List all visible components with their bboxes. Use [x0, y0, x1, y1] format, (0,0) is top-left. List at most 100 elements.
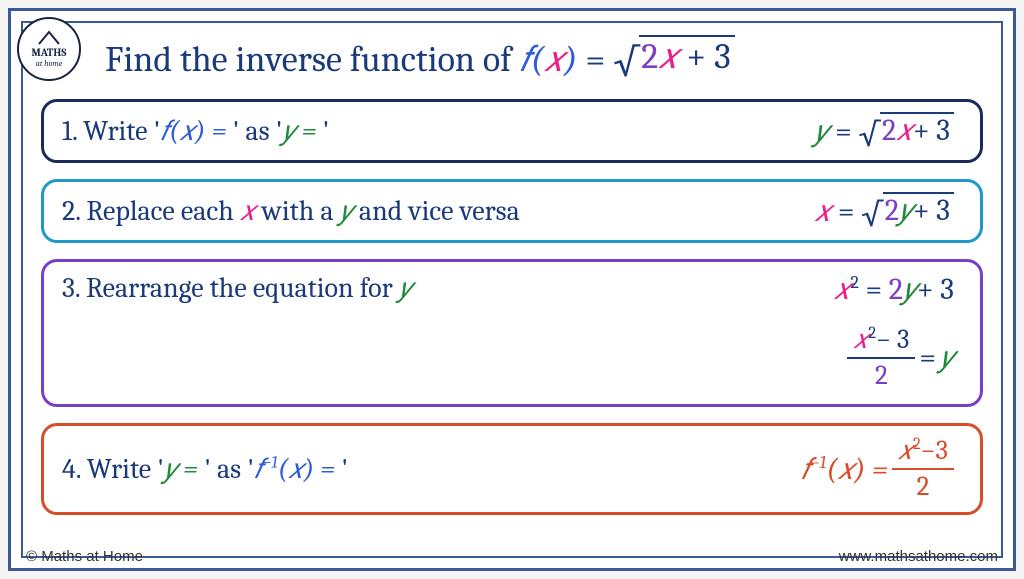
s2e-eq: = [838, 194, 861, 229]
step-1-equation: 𝑦 = √ 2𝑥+ 3 [815, 112, 963, 150]
s1e-2: 2 [882, 113, 896, 148]
q4: ' [323, 115, 330, 147]
s3-frac: 𝑥2− 3 2 [847, 325, 915, 390]
s3l1-x: 𝑥 [834, 272, 851, 307]
s3l2-eq: = [919, 340, 936, 375]
s1-fx: 𝑓(𝑥) = [160, 115, 232, 147]
page-title: Find the inverse function of 𝑓(𝑥) = √ 2𝑥… [105, 35, 983, 81]
q8: ' [341, 453, 348, 485]
s1-a: Write [83, 115, 153, 147]
s3l1-2: 2 [889, 272, 903, 307]
title-plus: + 3 [678, 36, 730, 77]
title-prefix: Find the inverse function of [105, 39, 519, 80]
s3l1-t: + 3 [917, 272, 954, 307]
outer-frame: MATHS at home Find the inverse function … [8, 8, 1016, 571]
title-sqrt: √ 2𝑥 + 3 [613, 35, 734, 81]
logo-text-1: MATHS [32, 46, 67, 59]
step-4-text: 4. Write '𝑦 = ' as '𝑓−1(𝑥) = ' [62, 453, 801, 486]
q5: ' [157, 453, 164, 485]
logo-badge: MATHS at home [17, 17, 81, 81]
s4e-f: 𝑓 [801, 452, 810, 487]
s4-fx: (𝑥) = [278, 453, 342, 485]
sqrt-icon-1: √ [858, 116, 880, 154]
s2e-x: 𝑥 [815, 194, 838, 229]
s3-line2: 𝑥2− 3 2 = 𝑦 [847, 325, 954, 390]
step-1-row: 1. Write '𝑓(𝑥) = ' as '𝑦 = ' 𝑦 = √ 2𝑥+ 3 [62, 112, 962, 150]
s2-x: 𝑥 [240, 195, 256, 227]
step-3-row: 3. Rearrange the equation for 𝑦 𝑥2 = 2𝑦+… [62, 272, 962, 390]
step-2-row: 2. Replace each 𝑥 with a 𝑦 and vice vers… [62, 192, 962, 230]
step-4-equation: 𝑓−1(𝑥) = 𝑥2−3 2 [801, 436, 962, 501]
logo-text-2: at home [36, 59, 63, 68]
s1e-eq: = [835, 114, 858, 149]
title-x2: 𝑥 [658, 36, 678, 77]
s4e-sq: 2 [913, 435, 921, 454]
s4-finv: 𝑓−1(𝑥) = [254, 453, 341, 485]
s3l2-den: 2 [847, 357, 915, 391]
s1e-t: + 3 [913, 113, 950, 148]
inner-frame: MATHS at home Find the inverse function … [21, 21, 1003, 558]
title-two: 2 [641, 36, 658, 77]
s3l2-x: 𝑥 [853, 324, 868, 355]
s1e-x: 𝑥 [896, 113, 913, 148]
s3-y: 𝑦 [399, 272, 412, 304]
s4e-sup: −1 [810, 452, 826, 473]
s3-frac-num: 𝑥2− 3 [847, 325, 915, 357]
s1-b: as [239, 115, 275, 147]
title-sqrt-body: 2𝑥 + 3 [639, 35, 734, 77]
s4e-lhs: 𝑓−1(𝑥) = [801, 452, 888, 487]
step-1-box: 1. Write '𝑓(𝑥) = ' as '𝑦 = ' 𝑦 = √ 2𝑥+ 3 [41, 99, 983, 163]
step-1-num: 1. [62, 115, 83, 147]
s1-sqrt-body: 2𝑥+ 3 [880, 112, 954, 147]
s2-c: and vice versa [353, 195, 520, 227]
s2e-y: 𝑦 [899, 193, 913, 228]
s3l2-sq: 2 [868, 324, 876, 343]
s2e-t: + 3 [913, 193, 950, 228]
title-x: 𝑥 [544, 39, 564, 80]
title-fx: 𝑓(𝑥) [519, 39, 577, 80]
house-icon [37, 30, 61, 46]
s2-y: 𝑦 [340, 195, 353, 227]
footer-right: www.mathsathome.com [839, 548, 998, 565]
s1-sqrt: √ 2𝑥+ 3 [858, 112, 954, 150]
s3l2-m3: − 3 [876, 324, 909, 355]
s3l1-sq: 2 [850, 272, 859, 293]
step-4-row: 4. Write '𝑦 = ' as '𝑓−1(𝑥) = ' 𝑓−1(𝑥) = … [62, 436, 962, 501]
step-4-box: 4. Write '𝑦 = ' as '𝑓−1(𝑥) = ' 𝑓−1(𝑥) = … [41, 423, 983, 514]
s2-sqrt-body: 2𝑦+ 3 [883, 192, 954, 227]
footer-left: © Maths at Home [26, 548, 143, 565]
s4-a: Write [87, 453, 157, 485]
s2-b: with a [256, 195, 340, 227]
step-3-box: 3. Rearrange the equation for 𝑦 𝑥2 = 2𝑦+… [41, 259, 983, 407]
s4-frac: 𝑥2−3 2 [892, 436, 954, 501]
s2-sqrt: √ 2𝑦+ 3 [861, 192, 954, 230]
s4-num: 4. [62, 453, 87, 485]
sqrt-icon: √ [613, 39, 639, 85]
s4-frac-num: 𝑥2−3 [892, 436, 954, 468]
sqrt-icon-2: √ [861, 196, 883, 234]
s3l1-eq: = [866, 272, 889, 307]
step-3-text: 3. Rearrange the equation for 𝑦 [62, 272, 834, 305]
step-2-text: 2. Replace each 𝑥 with a 𝑦 and vice vers… [62, 195, 815, 228]
q6: ' [204, 453, 211, 485]
s3-num: 3. [62, 272, 86, 304]
step-2-equation: 𝑥 = √ 2𝑦+ 3 [815, 192, 962, 230]
s3l2-y: 𝑦 [940, 340, 954, 375]
step-2-box: 2. Replace each 𝑥 with a 𝑦 and vice vers… [41, 179, 983, 243]
s3l1-y: 𝑦 [903, 272, 917, 307]
s2e-2: 2 [885, 193, 899, 228]
s2-a: Replace each [86, 195, 240, 227]
s4e-x: 𝑥 [898, 435, 913, 466]
s1-y: 𝑦 = [282, 115, 322, 147]
step-3-equations: 𝑥2 = 2𝑦+ 3 𝑥2− 3 2 = 𝑦 [834, 272, 962, 390]
s4-sup: −1 [263, 453, 278, 472]
title-eq: = [585, 39, 613, 80]
s4e-px: (𝑥) = [826, 452, 888, 487]
s4-f: 𝑓 [254, 453, 263, 485]
footer: © Maths at Home www.mathsathome.com [26, 548, 998, 565]
step-1-text: 1. Write '𝑓(𝑥) = ' as '𝑦 = ' [62, 115, 815, 148]
s2-num: 2. [62, 195, 86, 227]
s4e-den: 2 [892, 468, 954, 502]
s3-line1: 𝑥2 = 2𝑦+ 3 [834, 272, 954, 307]
s4-yq: 𝑦 = [164, 453, 204, 485]
